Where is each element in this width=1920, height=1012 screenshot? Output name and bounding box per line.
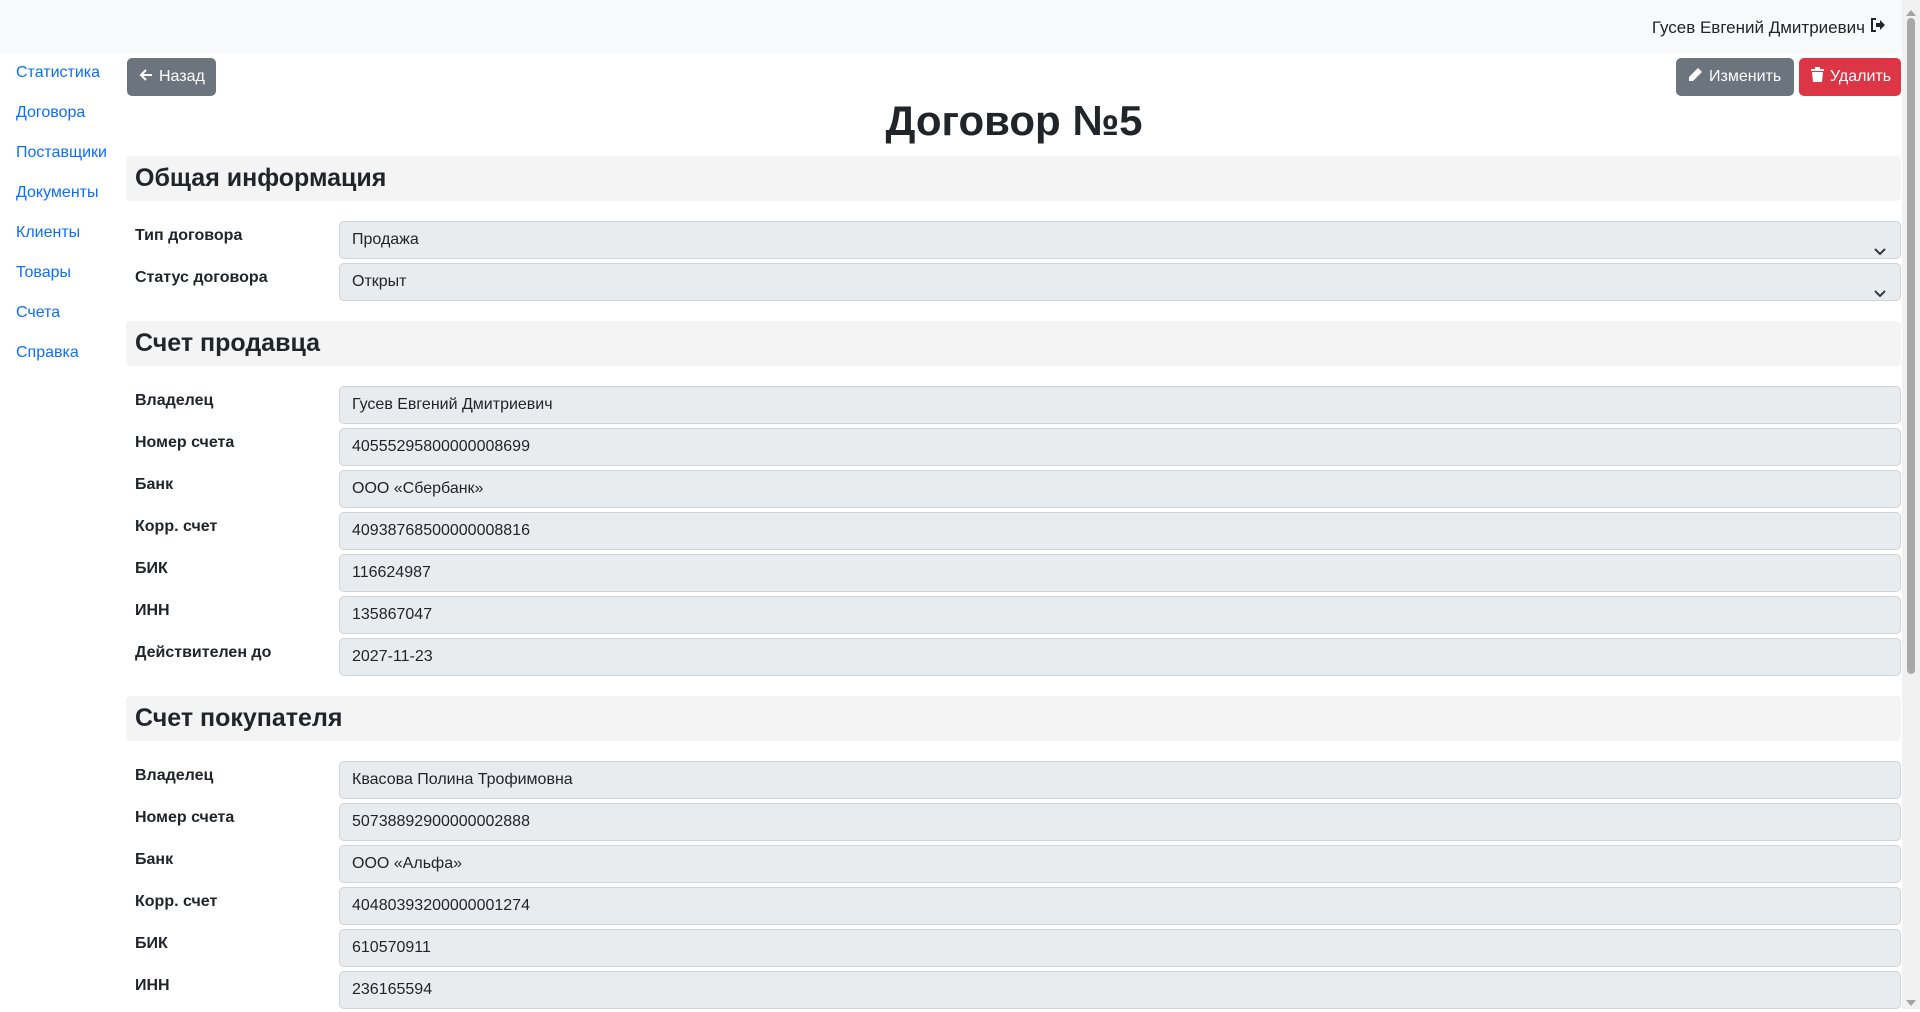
buyer-bik-row: БИК 610570911 bbox=[126, 929, 1901, 967]
field-label: Владелец bbox=[135, 392, 214, 409]
contract-status-select[interactable]: Открыт bbox=[339, 263, 1901, 301]
back-button-label: Назад bbox=[159, 68, 205, 85]
trash-icon bbox=[1811, 67, 1824, 87]
user-menu[interactable]: Гусев Евгений Дмитриевич bbox=[1652, 17, 1886, 38]
page-title: Договор №5 bbox=[885, 97, 1143, 144]
buyer-bik-field[interactable]: 610570911 bbox=[339, 929, 1901, 967]
field-label: Номер счета bbox=[135, 809, 235, 826]
section-seller-account: Счет продавца bbox=[126, 321, 1901, 366]
contract-type-select[interactable]: Продажа bbox=[339, 221, 1901, 259]
seller-bank-field[interactable]: ООО «Сбербанк» bbox=[339, 470, 1901, 508]
section-buyer-account: Счет покупателя bbox=[126, 696, 1901, 741]
sidebar-item-statistics[interactable]: Статистика bbox=[16, 64, 100, 82]
contract-type-label: Тип договора bbox=[135, 227, 243, 244]
sidebar-item-documents[interactable]: Документы bbox=[16, 184, 98, 202]
contract-type-row: Тип договора Продажа bbox=[126, 221, 1901, 259]
seller-bank-row: Банк ООО «Сбербанк» bbox=[126, 470, 1901, 508]
seller-owner-row: Владелец Гусев Евгений Дмитриевич bbox=[126, 386, 1901, 424]
sign-out-icon[interactable] bbox=[1870, 17, 1886, 38]
field-label: Корр. счет bbox=[135, 893, 218, 910]
field-label: Банк bbox=[135, 851, 174, 868]
buyer-account-number-row: Номер счета 50738892900000002888 bbox=[126, 803, 1901, 841]
seller-valid-until-field[interactable]: 2027-11-23 bbox=[339, 638, 1901, 676]
buyer-owner-field[interactable]: Квасова Полина Трофимовна bbox=[339, 761, 1901, 799]
top-navbar: Гусев Евгений Дмитриевич bbox=[0, 0, 1902, 54]
contract-status-row: Статус договора Открыт bbox=[126, 263, 1901, 301]
section-general-info: Общая информация bbox=[126, 156, 1901, 201]
user-name: Гусев Евгений Дмитриевич bbox=[1651, 17, 1865, 37]
buyer-bank-row: Банк ООО «Альфа» bbox=[126, 845, 1901, 883]
scrollbar-thumb[interactable] bbox=[1907, 18, 1915, 674]
scroll-down-arrow-icon[interactable] bbox=[1906, 994, 1916, 1012]
buyer-bank-field[interactable]: ООО «Альфа» bbox=[339, 845, 1901, 883]
seller-corr-account-row: Корр. счет 40938768500000008816 bbox=[126, 512, 1901, 550]
seller-corr-account-field[interactable]: 40938768500000008816 bbox=[339, 512, 1901, 550]
contract-status-value: Открыт bbox=[352, 273, 407, 290]
contract-status-label: Статус договора bbox=[135, 269, 268, 286]
field-label: Владелец bbox=[135, 767, 214, 784]
field-label: ИНН bbox=[135, 602, 170, 619]
sidebar-item-goods[interactable]: Товары bbox=[16, 264, 71, 282]
main-content: Назад Изменить Удалить Договор №5 Общая … bbox=[126, 54, 1902, 1009]
delete-button[interactable]: Удалить bbox=[1799, 58, 1901, 96]
delete-button-label: Удалить bbox=[1830, 68, 1892, 85]
buyer-corr-account-field[interactable]: 40480393200000001274 bbox=[339, 887, 1901, 925]
arrow-left-icon bbox=[139, 68, 153, 87]
sidebar-item-contracts[interactable]: Договора bbox=[16, 104, 85, 122]
field-label: Банк bbox=[135, 476, 174, 493]
vertical-scrollbar[interactable] bbox=[1902, 0, 1920, 1009]
buyer-account-number-field[interactable]: 50738892900000002888 bbox=[339, 803, 1901, 841]
chevron-down-icon bbox=[1874, 277, 1886, 313]
field-label: ИНН bbox=[135, 977, 170, 994]
sidebar-item-accounts[interactable]: Счета bbox=[16, 304, 60, 322]
sidebar-item-clients[interactable]: Клиенты bbox=[16, 224, 80, 242]
field-label: Корр. счет bbox=[135, 518, 218, 535]
seller-inn-field[interactable]: 135867047 bbox=[339, 596, 1901, 634]
buyer-inn-field[interactable]: 236165594 bbox=[339, 971, 1901, 1009]
sidebar-item-help[interactable]: Справка bbox=[16, 344, 79, 362]
sidebar-item-suppliers[interactable]: Поставщики bbox=[16, 144, 107, 162]
field-label: Действителен до bbox=[135, 644, 272, 661]
seller-owner-field[interactable]: Гусев Евгений Дмитриевич bbox=[339, 386, 1901, 424]
seller-account-number-row: Номер счета 40555295800000008699 bbox=[126, 428, 1901, 466]
seller-bik-row: БИК 116624987 bbox=[126, 554, 1901, 592]
pencil-icon bbox=[1688, 67, 1703, 87]
seller-bik-field[interactable]: 116624987 bbox=[339, 554, 1901, 592]
edit-button-label: Изменить bbox=[1709, 68, 1782, 85]
edit-button[interactable]: Изменить bbox=[1676, 58, 1794, 96]
buyer-inn-row: ИНН 236165594 bbox=[126, 971, 1901, 1009]
back-button[interactable]: Назад bbox=[127, 58, 216, 96]
field-label: Номер счета bbox=[135, 434, 235, 451]
contract-type-value: Продажа bbox=[352, 231, 419, 248]
seller-valid-until-row: Действителен до 2027-11-23 bbox=[126, 638, 1901, 676]
buyer-corr-account-row: Корр. счет 40480393200000001274 bbox=[126, 887, 1901, 925]
seller-account-number-field[interactable]: 40555295800000008699 bbox=[339, 428, 1901, 466]
field-label: БИК bbox=[135, 935, 168, 952]
field-label: БИК bbox=[135, 560, 168, 577]
seller-inn-row: ИНН 135867047 bbox=[126, 596, 1901, 634]
buyer-owner-row: Владелец Квасова Полина Трофимовна bbox=[126, 761, 1901, 799]
